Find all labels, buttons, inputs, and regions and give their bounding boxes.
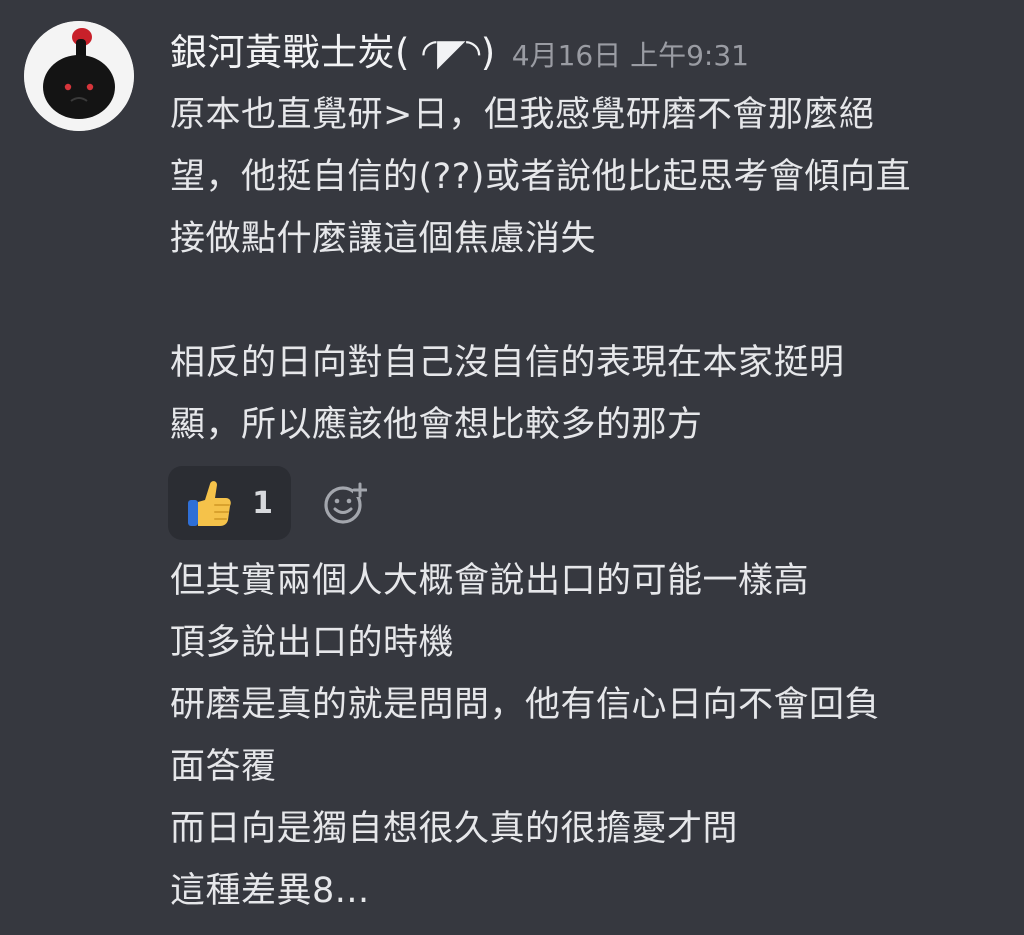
message-line: 原本也直覺研>日，但我感覺研磨不會那麼絕 — [170, 95, 875, 135]
reaction-count: 1 — [252, 485, 273, 521]
avatar-image — [24, 21, 134, 131]
message-line: 這種差異8... — [170, 871, 370, 911]
message-line: 研磨是真的就是問問，他有信心日向不會回負 — [170, 685, 881, 725]
add-reaction-icon — [324, 482, 367, 524]
message-line: 顯，所以應該他會想比較多的那方 — [170, 405, 703, 445]
add-reaction-button[interactable] — [321, 479, 369, 527]
message-body-first: 原本也直覺研>日，但我感覺研磨不會那麼絕 望，他挺自信的(??)或者說他比起思考… — [170, 84, 1010, 456]
message-line: 面答覆 — [170, 747, 277, 787]
message-header: 銀河黃戰士炭( ◜◤◝) 4月16日 上午9:31 — [170, 20, 749, 86]
reaction-thumbs-up[interactable]: 1 — [168, 466, 291, 540]
thumbs-up-icon — [188, 481, 231, 526]
message-line: 頂多說出口的時機 — [170, 623, 455, 663]
message-line: 相反的日向對自己沒自信的表現在本家挺明 — [170, 343, 845, 383]
message-line: 接做點什麼讓這個焦慮消失 — [170, 219, 597, 259]
message-body-second: 但其實兩個人大概會說出口的可能一樣高 頂多說出口的時機 研磨是真的就是問問，他有… — [170, 550, 1010, 922]
author-avatar[interactable] — [24, 21, 134, 131]
author-name[interactable]: 銀河黃戰士炭( ◜◤◝) — [170, 20, 496, 86]
message-line: 但其實兩個人大概會說出口的可能一樣高 — [170, 561, 810, 601]
message-timestamp: 4月16日 上午9:31 — [511, 39, 749, 72]
message-line: 望，他挺自信的(??)或者說他比起思考會傾向直 — [170, 157, 911, 197]
message-line: 而日向是獨自想很久真的很擔憂才問 — [170, 809, 739, 849]
reaction-bar: 1 — [168, 466, 369, 540]
